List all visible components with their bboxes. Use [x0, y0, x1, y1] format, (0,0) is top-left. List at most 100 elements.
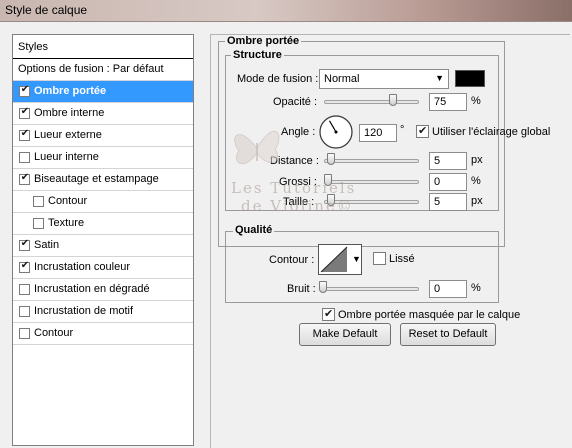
noise-label: Bruit : [287, 283, 316, 295]
options-panel: Ombre portée Structure Mode de fusion : … [210, 34, 570, 448]
noise-unit: % [471, 282, 481, 294]
style-item-label: Biseautage et estampage [34, 173, 159, 185]
chevron-down-icon: ▼ [435, 73, 444, 83]
window-title: Style de calque [5, 3, 88, 17]
style-item-checkbox[interactable] [19, 152, 30, 163]
style-item-label: Contour [48, 195, 88, 207]
style-item-checkbox[interactable] [19, 306, 30, 317]
checkmark-icon: ✔ [20, 128, 30, 139]
style-item-2[interactable]: ✔ Ombre interne [13, 103, 193, 125]
style-item-checkbox[interactable]: ✔ [19, 84, 30, 97]
style-item-5[interactable]: ✔ Biseautage et estampage [13, 169, 193, 191]
style-item-label: Options de fusion : Par défaut [18, 63, 164, 75]
reset-to-default-label: Reset to Default [408, 328, 488, 340]
noise-slider-track[interactable] [319, 287, 419, 291]
watermark-line1: Les Tutoriels [231, 179, 357, 197]
antialias-checkbox[interactable] [373, 252, 386, 265]
style-item-0[interactable]: Options de fusion : Par défaut [13, 59, 193, 81]
layer-knockout-checkbox[interactable]: ✔ [322, 308, 335, 321]
style-item-label: Texture [48, 217, 85, 229]
style-item-label: Lueur interne [34, 151, 99, 163]
checkmark-icon: ✔ [20, 260, 30, 271]
style-item-checkbox[interactable]: ✔ [19, 260, 30, 273]
blend-mode-select[interactable]: Normal ▼ [319, 69, 449, 89]
shadow-color-swatch[interactable] [455, 70, 485, 87]
opacity-value: 75 [434, 96, 447, 108]
structure-title: Structure [231, 49, 284, 61]
style-item-3[interactable]: ✔ Lueur externe [13, 125, 193, 147]
watermark-logo: Les Tutoriels de Violine© [223, 113, 354, 223]
checkmark-icon: ✔ [324, 308, 334, 320]
checkmark-icon: ✔ [418, 125, 428, 137]
contour-picker[interactable]: ▼ [318, 244, 362, 275]
style-item-1[interactable]: ✔ Ombre portée [13, 81, 193, 103]
style-item-label: Incrustation couleur [34, 261, 130, 273]
reset-to-default-button[interactable]: Reset to Default [400, 323, 496, 346]
style-item-checkbox[interactable]: ✔ [19, 238, 30, 251]
style-item-10[interactable]: Incrustation en dégradé [13, 279, 193, 301]
global-light-label: Utiliser l'éclairage global [432, 126, 551, 138]
angle-unit: ° [400, 124, 405, 136]
opacity-unit: % [471, 95, 481, 107]
style-item-label: Incrustation de motif [34, 305, 134, 317]
checkmark-icon: ✔ [20, 84, 30, 95]
distance-input[interactable]: 5 [429, 152, 467, 170]
make-default-button[interactable]: Make Default [299, 323, 391, 346]
size-input[interactable]: 5 [429, 193, 467, 211]
opacity-slider-track[interactable] [324, 100, 419, 104]
style-item-label: Contour [34, 327, 74, 339]
style-item-4[interactable]: Lueur interne [13, 147, 193, 169]
style-item-label: Lueur externe [34, 129, 102, 141]
noise-slider-thumb[interactable] [319, 281, 327, 293]
style-item-label: Ombre portée [34, 85, 107, 97]
distance-value: 5 [434, 155, 441, 167]
global-light-checkbox[interactable]: ✔ [416, 125, 429, 138]
drop-shadow-title: Ombre portée [225, 35, 302, 47]
watermark-line2: de Violine© [241, 197, 354, 215]
styles-list-panel: Styles Options de fusion : Par défaut ✔ Om… [12, 34, 194, 446]
layer-knockout-label: Ombre portée masquée par le calque [338, 309, 521, 321]
angle-value: 120 [364, 127, 383, 139]
checkmark-icon: ✔ [20, 106, 30, 117]
style-item-checkbox[interactable]: ✔ [19, 172, 30, 185]
chevron-down-icon[interactable]: ▼ [352, 254, 361, 264]
opacity-label: Opacité : [273, 96, 318, 108]
butterfly-icon [234, 131, 280, 165]
blend-mode-value: Normal [324, 73, 360, 85]
style-item-checkbox[interactable] [33, 196, 44, 207]
spread-unit: % [471, 175, 481, 187]
spread-input[interactable]: 0 [429, 173, 467, 191]
style-item-11[interactable]: Incrustation de motif [13, 301, 193, 323]
size-unit: px [471, 195, 483, 207]
opacity-slider-thumb[interactable] [389, 94, 398, 106]
style-item-label: Ombre interne [34, 107, 105, 119]
title-bar[interactable]: Style de calque [0, 0, 572, 22]
style-item-checkbox[interactable] [19, 328, 30, 339]
style-item-checkbox[interactable] [19, 284, 30, 295]
style-item-label: Incrustation en dégradé [34, 283, 150, 295]
style-item-12[interactable]: Contour [13, 323, 193, 345]
contour-label: Contour : [269, 254, 315, 266]
style-item-8[interactable]: ✔ Satin [13, 235, 193, 257]
style-item-6[interactable]: Contour [13, 191, 193, 213]
opacity-input[interactable]: 75 [429, 93, 467, 111]
checkmark-icon: ✔ [20, 172, 30, 183]
size-value: 5 [434, 196, 441, 208]
antialias-label: Lissé [389, 253, 415, 265]
checkmark-icon: ✔ [20, 238, 30, 249]
spread-value: 0 [434, 176, 441, 188]
style-item-checkbox[interactable]: ✔ [19, 106, 30, 119]
noise-value: 0 [434, 283, 441, 295]
angle-input[interactable]: 120 [359, 124, 397, 142]
blend-mode-label: Mode de fusion : [237, 73, 319, 85]
distance-unit: px [471, 154, 483, 166]
style-item-9[interactable]: ✔ Incrustation couleur [13, 257, 193, 279]
make-default-label: Make Default [312, 328, 378, 340]
style-item-checkbox[interactable] [33, 218, 44, 229]
noise-input[interactable]: 0 [429, 280, 467, 298]
style-item-label: Satin [34, 239, 60, 251]
styles-header[interactable]: Styles [13, 35, 193, 59]
style-item-7[interactable]: Texture [13, 213, 193, 235]
style-item-checkbox[interactable]: ✔ [19, 128, 30, 141]
quality-title: Qualité [233, 224, 275, 236]
